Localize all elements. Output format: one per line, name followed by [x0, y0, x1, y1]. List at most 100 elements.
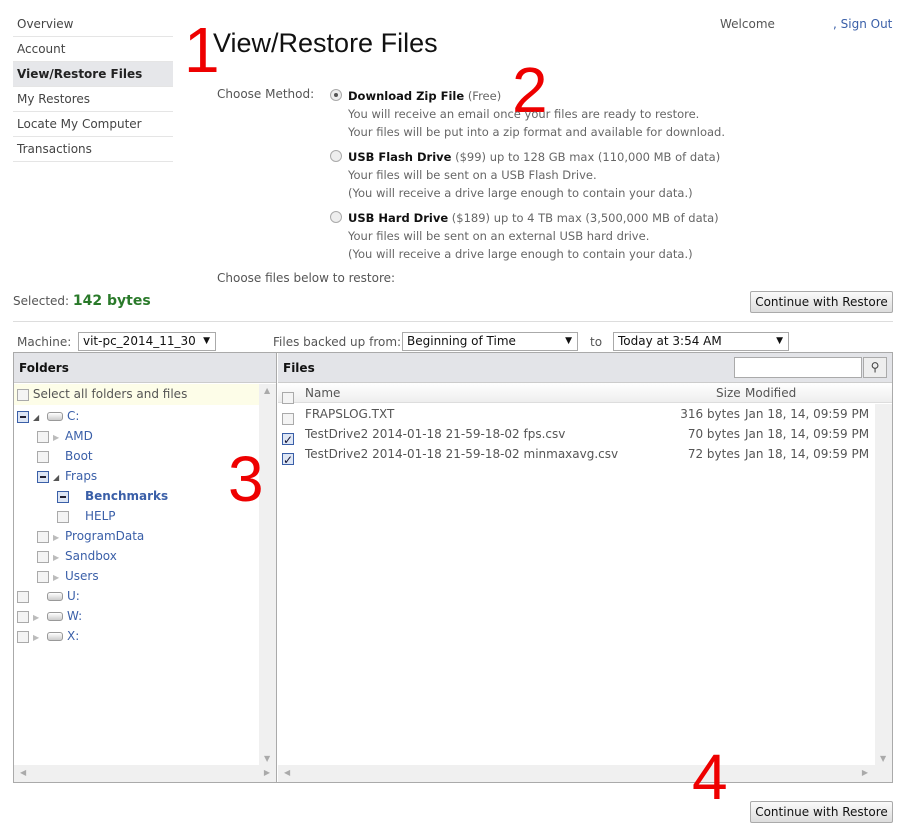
files-vertical-scrollbar[interactable]: ▼: [875, 404, 892, 765]
search-button[interactable]: ⚲: [863, 357, 887, 378]
folder-node[interactable]: ▶ ProgramData: [37, 526, 144, 546]
sidebar-item-locate-computer[interactable]: Locate My Computer: [13, 112, 173, 137]
file-row[interactable]: FRAPSLOG.TXT 316 bytes Jan 18, 14, 09:59…: [282, 404, 872, 425]
folder-checkbox[interactable]: [37, 430, 49, 443]
folder-node[interactable]: U:: [17, 586, 80, 606]
method-price: (Free): [467, 89, 502, 103]
machine-select[interactable]: vit-pc_2014_11_30 ▼: [78, 332, 216, 351]
selected-size: 142 bytes: [72, 293, 151, 309]
folder-label[interactable]: AMD: [65, 429, 93, 443]
to-label: to: [590, 335, 603, 349]
welcome-text: Welcome: [720, 17, 775, 31]
expand-arrow-icon[interactable]: ▶: [33, 608, 41, 628]
to-select[interactable]: Today at 3:54 AM ▼: [613, 332, 789, 351]
select-all-checkbox[interactable]: [17, 388, 29, 401]
sidebar-item-account[interactable]: Account: [13, 37, 173, 62]
folder-checkbox[interactable]: [57, 510, 69, 523]
folder-label[interactable]: Fraps: [65, 469, 97, 483]
method-option[interactable]: USB Flash Drive ($99) up to 128 GB max (…: [330, 148, 750, 202]
sign-out-link[interactable]: , Sign Out: [833, 17, 892, 31]
continue-restore-button-bottom[interactable]: Continue with Restore: [750, 801, 893, 823]
expand-arrow-icon[interactable]: ▶: [53, 528, 61, 548]
expand-arrow-icon[interactable]: ◢: [53, 468, 61, 488]
folder-checkbox[interactable]: [17, 630, 29, 643]
folder-checkbox[interactable]: [37, 530, 49, 543]
folder-checkbox[interactable]: [37, 470, 49, 483]
folders-vertical-scrollbar[interactable]: ▲ ▼: [259, 384, 276, 765]
folder-label[interactable]: Boot: [65, 449, 93, 463]
folder-label[interactable]: X:: [67, 629, 79, 643]
folder-checkbox[interactable]: [37, 450, 49, 463]
files-panel: Files ⚲ Name Size Modified FRAPSLOG.TXT …: [278, 353, 892, 782]
column-size[interactable]: Size: [716, 383, 741, 403]
file-checkbox[interactable]: [282, 450, 294, 470]
folder-node[interactable]: Boot: [37, 446, 93, 466]
folder-label[interactable]: W:: [67, 609, 82, 623]
method-name: USB Flash Drive: [348, 150, 452, 164]
folder-label[interactable]: C:: [67, 409, 79, 423]
page-title: View/Restore Files: [213, 28, 438, 58]
method-name: Download Zip File: [348, 89, 465, 103]
file-name: FRAPSLOG.TXT: [305, 407, 395, 421]
file-row[interactable]: TestDrive2 2014-01-18 21-59-18-02 fps.cs…: [282, 424, 872, 450]
folders-panel: Folders Select all folders and files ◢ C:…: [14, 353, 277, 782]
divider: [13, 321, 893, 322]
folder-label[interactable]: Sandbox: [65, 549, 117, 563]
method-desc: Your files will be put into a zip format…: [348, 125, 725, 139]
folder-checkbox[interactable]: [17, 610, 29, 623]
folder-node[interactable]: ▶ Sandbox: [37, 546, 117, 566]
expand-arrow-icon[interactable]: ▶: [53, 428, 61, 448]
method-desc: Your files will be sent on an external U…: [348, 229, 650, 243]
expand-arrow-icon[interactable]: ▶: [33, 628, 41, 648]
folder-checkbox[interactable]: [57, 490, 69, 503]
folder-checkbox[interactable]: [17, 410, 29, 423]
expand-arrow-icon[interactable]: ▶: [53, 568, 61, 588]
folder-node[interactable]: ◢ C:: [17, 406, 79, 426]
column-name[interactable]: Name: [305, 383, 340, 403]
sidebar-item-transactions[interactable]: Transactions: [13, 137, 173, 162]
folder-checkbox[interactable]: [37, 550, 49, 563]
folder-node[interactable]: ▶ X:: [17, 626, 79, 646]
folder-label[interactable]: U:: [67, 589, 80, 603]
method-radio[interactable]: [330, 89, 342, 101]
method-desc: You will receive an email once your file…: [348, 107, 700, 121]
folder-label[interactable]: ProgramData: [65, 529, 144, 543]
file-checkbox[interactable]: [282, 430, 294, 450]
folders-horizontal-scrollbar[interactable]: ◀ ▶: [14, 765, 276, 782]
folder-node[interactable]: HELP: [57, 506, 116, 526]
choose-method-label: Choose Method:: [217, 87, 315, 101]
folder-label[interactable]: Benchmarks: [85, 489, 168, 503]
continue-restore-button-top[interactable]: Continue with Restore: [750, 291, 893, 313]
machine-label: Machine:: [17, 335, 72, 349]
file-search-input[interactable]: [734, 357, 862, 378]
sidebar-item-overview[interactable]: Overview: [13, 12, 173, 37]
file-modified: Jan 18, 14, 09:59 PM: [745, 447, 870, 461]
sidebar-item-my-restores[interactable]: My Restores: [13, 87, 173, 112]
folder-label[interactable]: Users: [65, 569, 99, 583]
method-desc: (You will receive a drive large enough t…: [348, 186, 693, 200]
folder-node[interactable]: ▶ W:: [17, 606, 82, 626]
folder-label[interactable]: HELP: [85, 509, 116, 523]
method-option[interactable]: Download Zip File (Free) You will receiv…: [330, 87, 750, 141]
drive-icon: [47, 592, 63, 601]
files-horizontal-scrollbar[interactable]: ◀ ▶: [278, 765, 892, 782]
method-option[interactable]: USB Hard Drive ($189) up to 4 TB max (3,…: [330, 209, 750, 263]
folder-checkbox[interactable]: [17, 590, 29, 603]
from-select[interactable]: Beginning of Time ▼: [402, 332, 578, 351]
folder-node[interactable]: ▶ AMD: [37, 426, 93, 446]
method-radio[interactable]: [330, 211, 342, 223]
select-all-row[interactable]: Select all folders and files: [14, 384, 260, 405]
file-row[interactable]: TestDrive2 2014-01-18 21-59-18-02 minmax…: [282, 444, 872, 470]
folder-node[interactable]: Benchmarks: [57, 486, 168, 506]
expand-arrow-icon[interactable]: ▶: [53, 548, 61, 568]
folder-node[interactable]: ▶ Users: [37, 566, 99, 586]
sidebar-item-view-restore[interactable]: View/Restore Files: [13, 62, 173, 87]
method-radio[interactable]: [330, 150, 342, 162]
method-price: ($99): [455, 150, 487, 164]
file-checkbox[interactable]: [282, 412, 294, 425]
folder-node[interactable]: ◢ Fraps: [37, 466, 97, 486]
column-modified[interactable]: Modified: [745, 383, 796, 403]
expand-arrow-icon[interactable]: ◢: [33, 408, 41, 428]
folder-checkbox[interactable]: [37, 570, 49, 583]
select-all-files-checkbox[interactable]: [282, 391, 294, 404]
